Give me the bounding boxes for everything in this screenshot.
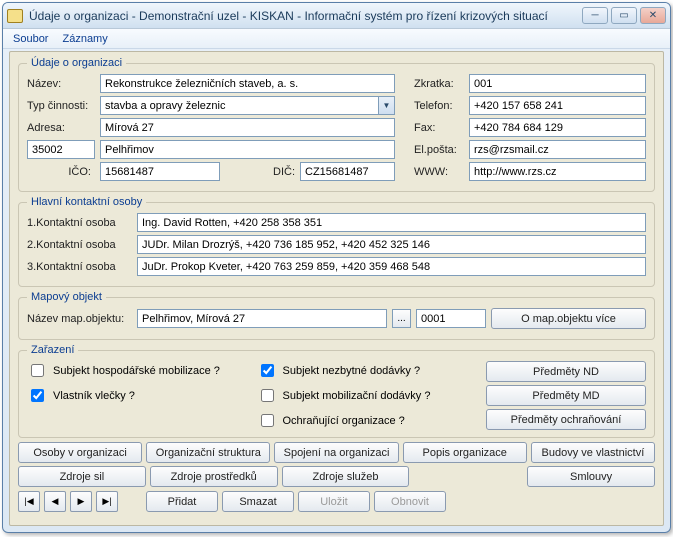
btn-zdroje-sluzeb[interactable]: Zdroje služeb	[282, 466, 410, 487]
btn-predmety-ochranovani[interactable]: Předměty ochraňování	[486, 409, 646, 430]
maximize-button[interactable]: ▭	[611, 7, 637, 24]
mesto-input[interactable]	[100, 140, 395, 159]
kontakt1-label: 1.Kontaktní osoba	[27, 217, 132, 229]
chk-ochranujici[interactable]: Ochraňující organizace ?	[257, 411, 477, 430]
btn-smlouvy[interactable]: Smlouvy	[527, 466, 655, 487]
map-fieldset: Mapový objekt Název map.objektu: ... O m…	[18, 291, 655, 340]
menu-soubor[interactable]: Soubor	[13, 33, 48, 45]
chk-nezbytne-dodavky[interactable]: Subjekt nezbytné dodávky ?	[257, 361, 477, 380]
nav-next-button[interactable]: ▶	[70, 491, 92, 512]
zkratka-input[interactable]	[469, 74, 646, 93]
org-legend: Údaje o organizaci	[27, 57, 126, 69]
btn-smazat[interactable]: Smazat	[222, 491, 294, 512]
map-more-button[interactable]: O map.objektu více	[491, 308, 646, 329]
typ-label: Typ činnosti:	[27, 100, 95, 112]
content-panel: Údaje o organizaci Název: Zkratka: Typ č…	[9, 51, 664, 526]
window-title: Údaje o organizaci - Demonstrační uzel -…	[29, 9, 548, 23]
btn-osoby[interactable]: Osoby v organizaci	[18, 442, 142, 463]
map-label: Název map.objektu:	[27, 313, 132, 325]
map-legend: Mapový objekt	[27, 291, 106, 303]
fax-label: Fax:	[414, 122, 464, 134]
zkratka-label: Zkratka:	[414, 78, 464, 90]
map-nazev-input[interactable]	[137, 309, 387, 328]
telefon-input[interactable]	[469, 96, 646, 115]
adresa-input[interactable]	[100, 118, 395, 137]
psc-input[interactable]	[27, 140, 95, 159]
close-button[interactable]: ✕	[640, 7, 666, 24]
dic-label: DIČ:	[255, 166, 295, 178]
chk-hosp-mobilizace[interactable]: Subjekt hospodářské mobilizace ?	[27, 361, 247, 380]
www-input[interactable]	[469, 162, 646, 181]
btn-predmety-md[interactable]: Předměty MD	[486, 385, 646, 406]
btn-budovy[interactable]: Budovy ve vlastnictví	[531, 442, 655, 463]
kontakt3-input[interactable]	[137, 257, 646, 276]
chk-mobilizacni-dodavky[interactable]: Subjekt mobilizační dodávky ?	[257, 386, 477, 405]
menu-zaznamy[interactable]: Záznamy	[62, 33, 107, 45]
org-fieldset: Údaje o organizaci Název: Zkratka: Typ č…	[18, 57, 655, 192]
btn-spojeni[interactable]: Spojení na organizaci	[274, 442, 398, 463]
btn-obnovit[interactable]: Obnovit	[374, 491, 446, 512]
email-label: El.pošta:	[414, 144, 464, 156]
nazev-input[interactable]	[100, 74, 395, 93]
titlebar[interactable]: Údaje o organizaci - Demonstrační uzel -…	[3, 3, 670, 29]
www-label: WWW:	[414, 166, 464, 178]
main-window: Údaje o organizaci - Demonstrační uzel -…	[2, 2, 671, 533]
minimize-button[interactable]: ─	[582, 7, 608, 24]
btn-org-struktura[interactable]: Organizační struktura	[146, 442, 270, 463]
kontakt3-label: 3.Kontaktní osoba	[27, 261, 132, 273]
dic-input[interactable]	[300, 162, 395, 181]
nav-first-button[interactable]: |◀	[18, 491, 40, 512]
telefon-label: Telefon:	[414, 100, 464, 112]
nav-last-button[interactable]: ▶|	[96, 491, 118, 512]
spacer	[413, 466, 523, 487]
btn-ulozit[interactable]: Uložit	[298, 491, 370, 512]
kontakt2-input[interactable]	[137, 235, 646, 254]
btn-predmety-nd[interactable]: Předměty ND	[486, 361, 646, 382]
ico-input[interactable]	[100, 162, 220, 181]
typ-select[interactable]	[100, 96, 395, 115]
nazev-label: Název:	[27, 78, 95, 90]
btn-popis[interactable]: Popis organizace	[403, 442, 527, 463]
email-input[interactable]	[469, 140, 646, 159]
kontakt-fieldset: Hlavní kontaktní osoby 1.Kontaktní osoba…	[18, 196, 655, 287]
nav-bar: |◀ ◀ ▶ ▶| Přidat Smazat Uložit Obnovit	[18, 491, 655, 512]
app-icon	[7, 9, 23, 23]
btn-zdroje-prostredku[interactable]: Zdroje prostředků	[150, 466, 278, 487]
chk-vlastnik-vlecky[interactable]: Vlastník vlečky ?	[27, 386, 247, 405]
kontakt-legend: Hlavní kontaktní osoby	[27, 196, 146, 208]
fax-input[interactable]	[469, 118, 646, 137]
ico-label: IČO:	[27, 166, 95, 178]
map-kod-input[interactable]	[416, 309, 486, 328]
kontakt1-input[interactable]	[137, 213, 646, 232]
zarazeni-legend: Zařazení	[27, 344, 78, 356]
btn-zdroje-sil[interactable]: Zdroje sil	[18, 466, 146, 487]
kontakt2-label: 2.Kontaktní osoba	[27, 239, 132, 251]
zarazeni-fieldset: Zařazení Subjekt hospodářské mobilizace …	[18, 344, 655, 438]
adresa-label: Adresa:	[27, 122, 95, 134]
btn-pridat[interactable]: Přidat	[146, 491, 218, 512]
menubar: Soubor Záznamy	[3, 29, 670, 49]
button-row-2: Zdroje sil Zdroje prostředků Zdroje služ…	[18, 466, 655, 487]
nav-prev-button[interactable]: ◀	[44, 491, 66, 512]
button-row-1: Osoby v organizaci Organizační struktura…	[18, 442, 655, 463]
map-browse-button[interactable]: ...	[392, 309, 411, 328]
